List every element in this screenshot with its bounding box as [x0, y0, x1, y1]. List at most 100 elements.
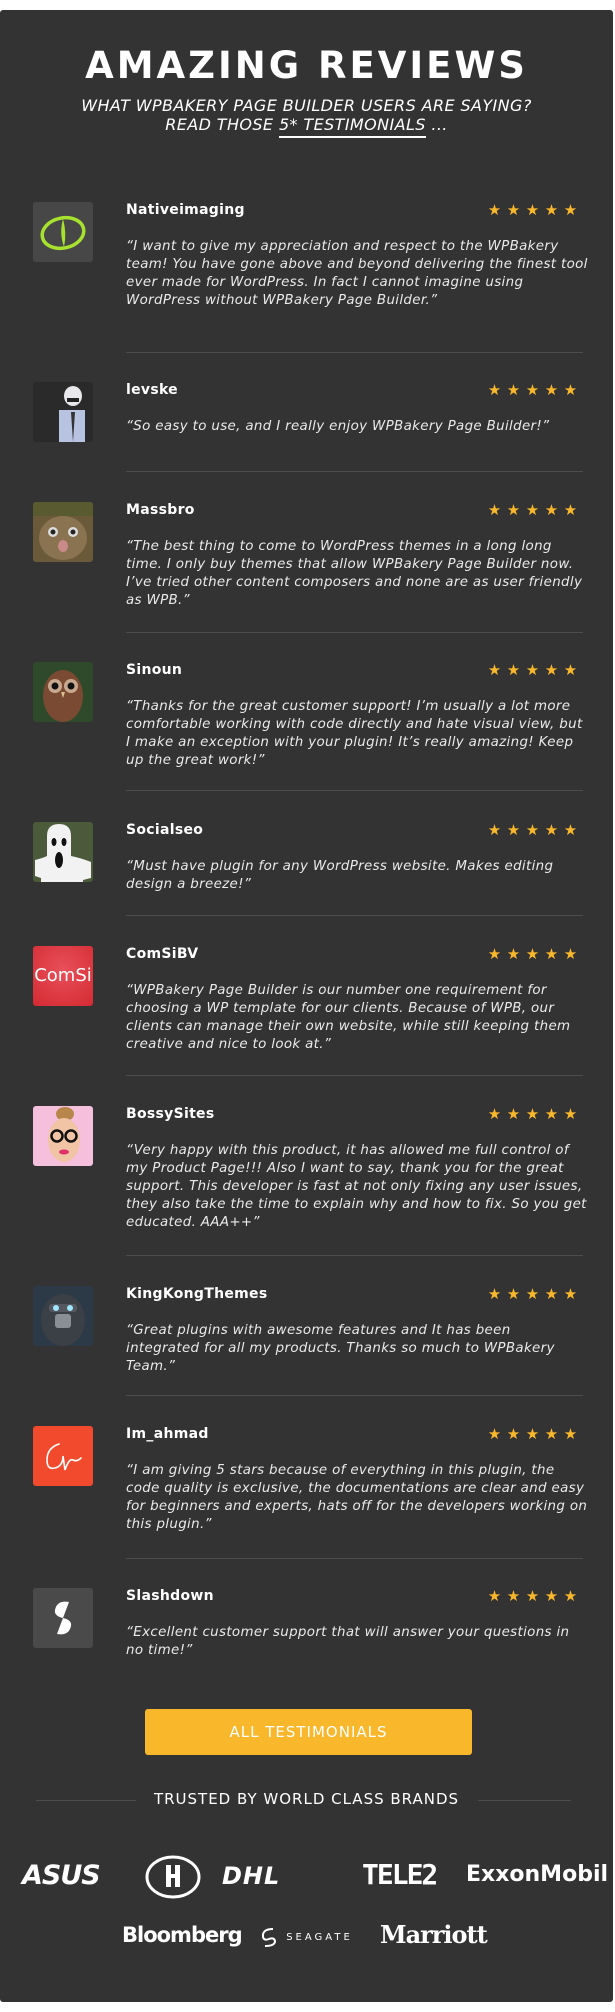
star-icon: ★ [563, 821, 580, 839]
star-icon: ★ [487, 381, 504, 399]
signature-logo-icon [46, 1443, 82, 1471]
avatar [33, 822, 93, 882]
star-icon: ★ [563, 945, 580, 963]
brand-logo-marriott: Marriott [380, 1920, 488, 1949]
star-rating: ★ ★ ★ ★ ★ [486, 1105, 581, 1123]
star-icon: ★ [544, 1587, 561, 1605]
reviewer-name: Nativeimaging [126, 202, 245, 218]
avatar [33, 1286, 93, 1346]
star-icon: ★ [525, 1425, 542, 1443]
owl-photo-icon [43, 670, 83, 722]
divider [126, 1075, 583, 1076]
star-icon: ★ [487, 1425, 504, 1443]
star-rating: ★ ★ ★ ★ ★ [486, 821, 581, 839]
star-icon: ★ [487, 501, 504, 519]
star-icon: ★ [525, 821, 542, 839]
star-icon: ★ [544, 381, 561, 399]
review-quote: “Must have plugin for any WordPress webs… [126, 859, 554, 892]
star-icon: ★ [506, 1105, 523, 1123]
avatar [33, 1588, 93, 1648]
star-rating: ★ ★ ★ ★ ★ [486, 501, 581, 519]
reviewer-name: ComSiBV [126, 946, 199, 962]
star-icon: ★ [525, 201, 542, 219]
review-quote: “I want to give my appreciation and resp… [126, 239, 588, 308]
star-rating: ★ ★ ★ ★ ★ [486, 945, 581, 963]
seagate-label: SEAGATE [286, 1932, 353, 1943]
star-rating: ★ ★ ★ ★ ★ [486, 201, 581, 219]
star-icon: ★ [487, 661, 504, 679]
ghost-photo-icon [35, 824, 91, 882]
divider [126, 1558, 583, 1559]
reviewer-name: Sinoun [126, 662, 183, 678]
comsi-logo-text: ComSi [34, 965, 92, 986]
subtitle-prefix: READ THOSE [165, 115, 279, 134]
brand-logo-seagate: SEAGATE [258, 1926, 353, 1948]
page-subtitle: WHAT WPBAKERY PAGE BUILDER USERS ARE SAY… [0, 96, 613, 138]
star-icon: ★ [544, 1425, 561, 1443]
star-icon: ★ [487, 1285, 504, 1303]
divider [126, 790, 583, 791]
divider [126, 1255, 583, 1256]
star-icon: ★ [563, 381, 580, 399]
star-icon: ★ [487, 821, 504, 839]
review-quote: “So easy to use, and I really enjoy WPBa… [126, 419, 550, 434]
star-icon: ★ [544, 945, 561, 963]
all-testimonials-button[interactable]: ALL TESTIMONIALS [145, 1709, 472, 1755]
subtitle-line-1: WHAT WPBAKERY PAGE BUILDER USERS ARE SAY… [81, 96, 532, 115]
review-quote: “The best thing to come to WordPress the… [126, 539, 583, 608]
brand-logo-hilton: Hilton [144, 1855, 202, 1903]
subtitle-line-2: READ THOSE 5* TESTIMONIALS ... [0, 115, 613, 138]
divider [126, 632, 583, 633]
star-icon: ★ [563, 1285, 580, 1303]
star-icon: ★ [506, 1285, 523, 1303]
avatar [33, 1426, 93, 1486]
trusted-brands-heading: TRUSTED BY WORLD CLASS BRANDS [153, 1790, 460, 1808]
page-title: AMAZING REVIEWS [85, 44, 528, 87]
review-quote: “I am giving 5 stars because of everythi… [126, 1463, 588, 1532]
star-icon: ★ [525, 1105, 542, 1123]
star-icon: ★ [563, 661, 580, 679]
testimonials-link[interactable]: 5* TESTIMONIALS [278, 115, 426, 138]
star-icon: ★ [525, 945, 542, 963]
reviewer-name: Socialseo [126, 822, 204, 838]
brand-logo-bloomberg: Bloomberg [122, 1923, 243, 1947]
star-icon: ★ [525, 1285, 542, 1303]
reviewer-name: Slashdown [126, 1588, 214, 1604]
star-icon: ★ [506, 945, 523, 963]
star-icon: ★ [563, 1587, 580, 1605]
slashdown-logo-icon [54, 1601, 72, 1635]
brand-logo-tele2: TELE2 [362, 1858, 438, 1891]
avatar [33, 202, 93, 262]
brand-logo-exxonmobil: ExxonMobil [466, 1862, 609, 1887]
star-icon: ★ [525, 381, 542, 399]
animal-photo-icon [33, 502, 93, 560]
review-quote: “Thanks for the great customer support! … [126, 699, 583, 768]
star-icon: ★ [506, 201, 523, 219]
subtitle-suffix: ... [425, 115, 448, 134]
star-icon: ★ [563, 1425, 580, 1443]
avatar: ComSi [33, 946, 93, 1006]
star-icon: ★ [487, 1587, 504, 1605]
reviewer-name: BossySites [126, 1106, 215, 1122]
avatar [33, 1106, 93, 1166]
seagate-swirl-icon [261, 1928, 277, 1947]
star-rating: ★ ★ ★ ★ ★ [486, 1587, 581, 1605]
reviewer-name: levske [126, 382, 178, 398]
avatar [33, 382, 93, 442]
star-icon: ★ [525, 661, 542, 679]
review-quote: “Excellent customer support that will an… [126, 1625, 570, 1658]
star-icon: ★ [487, 201, 504, 219]
star-icon: ★ [525, 501, 542, 519]
star-icon: ★ [544, 821, 561, 839]
star-icon: ★ [506, 661, 523, 679]
divider [126, 471, 583, 472]
star-rating: ★ ★ ★ ★ ★ [486, 1285, 581, 1303]
avatar [33, 662, 93, 722]
star-icon: ★ [544, 1105, 561, 1123]
star-icon: ★ [544, 1285, 561, 1303]
hilton-logo-icon [145, 1855, 201, 1899]
star-icon: ★ [506, 1587, 523, 1605]
star-icon: ★ [487, 945, 504, 963]
star-rating: ★ ★ ★ ★ ★ [486, 661, 581, 679]
stormtrooper-photo-icon [59, 386, 85, 442]
